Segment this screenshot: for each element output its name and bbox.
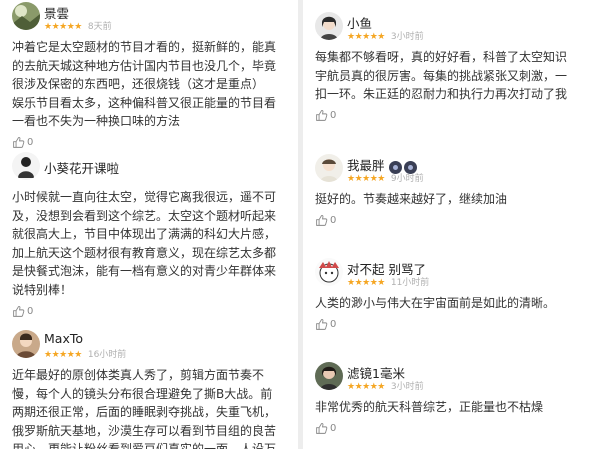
avatar[interactable]: [315, 362, 343, 390]
thumbs-up-icon: [13, 137, 25, 149]
review-text: 非常优秀的航天科普综艺，正能量也不枯燥: [315, 400, 544, 414]
review-text: 挺好的。节奏越来越好了，继续加油: [315, 192, 508, 206]
like-button[interactable]: 0: [315, 317, 600, 333]
like-count: 0: [27, 306, 34, 318]
like-button[interactable]: 0: [315, 213, 600, 229]
like-count: 0: [330, 319, 337, 331]
reviewer-name[interactable]: MaxTo: [44, 331, 83, 346]
review-card: 小葵花开课啦 小时候就一直向往太空，觉得它离我很远，遥不可 及，没想到会看到这个综…: [0, 152, 298, 320]
thumbs-up-icon: [316, 423, 328, 434]
avatar[interactable]: [12, 330, 40, 358]
star-rating: ★★★★★: [347, 278, 385, 288]
like-count: 0: [330, 423, 337, 435]
review-card: 小鱼 ★★★★★ 3小时前 每集都不够看呀，真的好好看，科普了太空知识 宇航员真的很…: [303, 12, 600, 124]
star-rating: ★★★★★: [44, 22, 82, 32]
star-rating: ★★★★★: [347, 174, 385, 184]
review-card: MaxTo ★★★★★ 16小时前 近年最好的原创体类真人秀了，剪辑方面节奏不 慢，…: [0, 330, 298, 449]
review-card: 我最胖 ★★★★★ 9小时前 挺好的。节奏越来越好了，继续加油 0: [303, 154, 600, 229]
review-time: 3小时前: [390, 32, 424, 42]
star-rating: ★★★★★: [44, 350, 82, 360]
avatar[interactable]: [12, 2, 40, 30]
star-rating: ★★★★★: [347, 382, 385, 392]
like-button[interactable]: 0: [315, 108, 600, 124]
review-text: 人类的渺小与伟大在宇宙面前是如此的清晰。: [315, 296, 556, 310]
reviews-column-left[interactable]: 景雲 ★★★★★ 8天前 冲着它是太空题材的节目才看的，挺新鲜的，能真 的去航天城这…: [0, 0, 298, 449]
review-time: 8天前: [87, 22, 112, 32]
review-card: 景雲 ★★★★★ 8天前 冲着它是太空题材的节目才看的，挺新鲜的，能真 的去航天城这…: [0, 2, 298, 151]
review-card: 对不起 别骂了 ★★★★★ 11小时前 人类的渺小与伟大在宇宙面前是如此的清晰。 …: [303, 258, 600, 333]
review-text: 近年最好的原创体类真人秀了，剪辑方面节奏不 慢，每个人的镜头分布很合理避免了撕B大…: [12, 368, 277, 449]
reviews-page: 景雲 ★★★★★ 8天前 冲着它是太空题材的节目才看的，挺新鲜的，能真 的去航天城这…: [0, 0, 600, 449]
avatar[interactable]: [315, 154, 343, 182]
review-text: 小时候就一直向往太空，觉得它离我很远，遥不可 及，没想到会看到这个综艺。太空这个题…: [12, 190, 277, 297]
avatar[interactable]: [315, 12, 343, 40]
review-time: 16小时前: [87, 350, 127, 360]
review-card: 滤镜1毫米 ★★★★★ 3小时前 非常优秀的航天科普综艺，正能量也不枯燥 0: [303, 362, 600, 437]
like-button[interactable]: 0: [315, 421, 600, 437]
avatar[interactable]: [315, 258, 343, 286]
like-count: 0: [330, 110, 337, 122]
avatar[interactable]: [12, 152, 40, 180]
review-text: 每集都不够看呀，真的好好看，科普了太空知识 宇航员真的很厉害。每集的挑战紧张又刺激…: [315, 50, 568, 102]
reviewer-name[interactable]: 小葵花开课啦: [44, 158, 119, 177]
like-button[interactable]: 0: [12, 135, 298, 151]
star-rating: ★★★★★: [347, 32, 385, 42]
thumbs-up-icon: [316, 215, 328, 226]
thumbs-up-icon: [316, 110, 328, 122]
like-button[interactable]: 0: [12, 304, 298, 320]
review-time: 9小时前: [390, 174, 424, 184]
like-count: 0: [27, 137, 34, 149]
review-time: 3小时前: [390, 382, 424, 392]
review-text: 冲着它是太空题材的节目才看的，挺新鲜的，能真 的去航天城这种地方估计国内节目也没几…: [12, 40, 277, 129]
like-count: 0: [330, 215, 337, 227]
thumbs-up-icon: [13, 306, 25, 317]
review-time: 11小时前: [390, 278, 430, 288]
reviews-column-right[interactable]: 小鱼 ★★★★★ 3小时前 每集都不够看呀，真的好好看，科普了太空知识 宇航员真的很…: [303, 0, 600, 449]
thumbs-up-icon: [316, 319, 328, 330]
